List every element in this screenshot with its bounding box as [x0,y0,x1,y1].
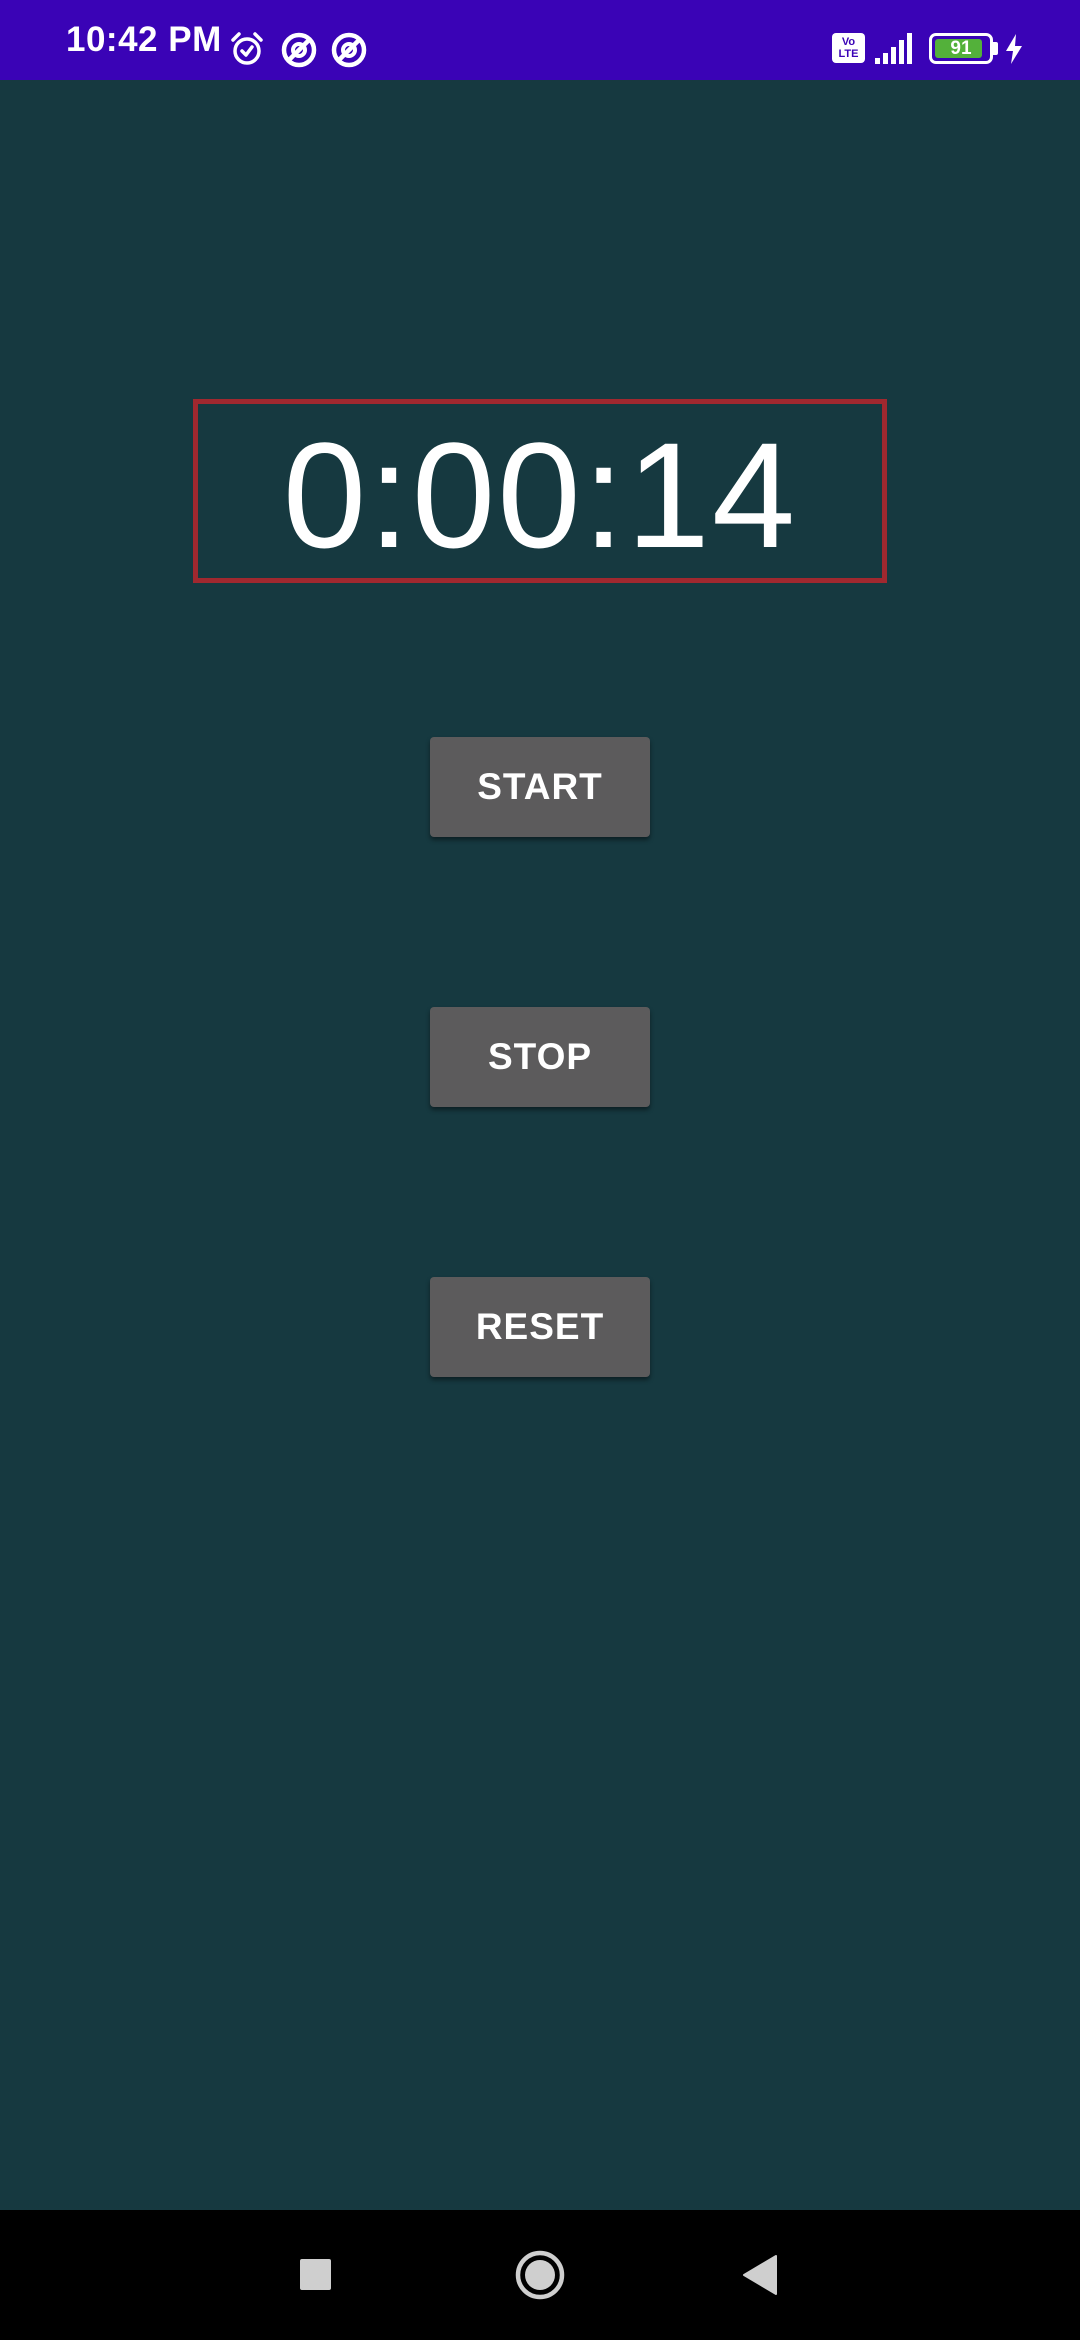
stop-button[interactable]: STOP [430,1007,650,1107]
status-time: 10:42 PM [66,20,222,59]
home-button[interactable] [480,2210,600,2340]
recents-icon [300,2259,331,2290]
battery-level: 91 [950,38,972,59]
app-screen: 10:42 PM Vo LTE 91 0:00:14 START STOP RE… [0,0,1080,2340]
recents-button[interactable] [255,2210,375,2340]
home-icon [515,2250,565,2300]
back-icon [743,2255,777,2295]
data-saver-icon [281,32,317,68]
reset-button[interactable]: RESET [430,1277,650,1377]
battery-icon: 91 [929,33,993,64]
stopwatch-display-frame: 0:00:14 [193,399,887,583]
alarm-icon [231,32,263,65]
charging-icon [1006,34,1022,64]
start-button[interactable]: START [430,737,650,837]
signal-icon [875,33,912,64]
status-bar: 10:42 PM Vo LTE 91 [0,0,1080,80]
navigation-bar [0,2210,1080,2340]
stopwatch-time: 0:00:14 [282,411,798,579]
data-saver-icon [331,32,367,68]
battery-cap [993,42,998,55]
volte-icon: Vo LTE [832,33,865,63]
back-button[interactable] [700,2210,820,2340]
